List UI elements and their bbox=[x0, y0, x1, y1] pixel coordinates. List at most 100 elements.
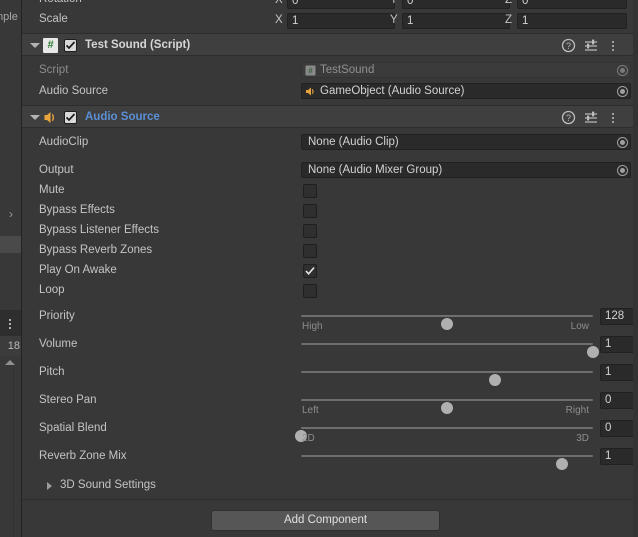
axis-field-y[interactable]: 1 bbox=[402, 13, 510, 29]
slider-end-label-left: 2D bbox=[302, 433, 315, 444]
slider-knob-stereo-pan bbox=[441, 402, 453, 414]
caret-up-icon[interactable] bbox=[5, 360, 15, 365]
inspector-content: Rotation X 0 Y 0 Z 0 Scale X 1 Y 1 bbox=[22, 0, 638, 537]
kebab-menu-icon[interactable] bbox=[606, 110, 621, 125]
svg-text:?: ? bbox=[566, 41, 571, 51]
footer-divider bbox=[22, 499, 633, 500]
checkbox-bypass-reverb-zones[interactable] bbox=[303, 244, 317, 258]
axis-letter: X bbox=[275, 14, 283, 26]
checkbox-bypass-effects[interactable] bbox=[303, 204, 317, 218]
object-field-output[interactable]: None (Audio Mixer Group) bbox=[301, 162, 631, 178]
slider-track-reverb-zone-mix[interactable] bbox=[301, 455, 593, 470]
property-row-audioclip: AudioClip None (Audio Clip) bbox=[22, 133, 633, 153]
property-row-spatial-blend: Spatial Blend 2D 3D 0 bbox=[22, 419, 638, 447]
property-label: Script bbox=[39, 64, 69, 76]
property-label: Loop bbox=[39, 284, 65, 296]
property-row-output: Output None (Audio Mixer Group) bbox=[22, 161, 633, 181]
property-row-script: Script # TestSound bbox=[22, 61, 633, 81]
kebab-menu-icon[interactable] bbox=[606, 38, 621, 53]
csharp-script-icon: # bbox=[305, 65, 316, 76]
component-enabled-checkbox[interactable] bbox=[64, 39, 77, 52]
audio-source-icon bbox=[305, 86, 316, 97]
gutter-clipped-label: mple bbox=[0, 11, 18, 23]
axis-field-x[interactable]: 1 bbox=[287, 13, 395, 29]
slider-knob-volume bbox=[587, 346, 599, 358]
chevron-right-icon[interactable]: › bbox=[5, 207, 17, 221]
slider-track-volume[interactable] bbox=[301, 343, 599, 358]
object-field-value: None (Audio Clip) bbox=[308, 136, 399, 148]
add-component-button[interactable]: Add Component bbox=[211, 510, 440, 531]
property-row-bypass-reverb-zones: Bypass Reverb Zones bbox=[22, 241, 633, 261]
property-label: Bypass Listener Effects bbox=[39, 224, 159, 236]
object-field-value: None (Audio Mixer Group) bbox=[308, 164, 443, 176]
component-header-audio-source[interactable]: Audio Source ? bbox=[22, 105, 633, 128]
object-field-value: TestSound bbox=[320, 64, 375, 76]
property-label: AudioClip bbox=[39, 136, 89, 148]
slider-track-spatial-blend[interactable] bbox=[295, 427, 593, 442]
checkbox-mute[interactable] bbox=[303, 184, 317, 198]
component-header-test-sound[interactable]: # Test Sound (Script) ? bbox=[22, 33, 633, 56]
foldout-arrow-icon[interactable] bbox=[30, 115, 40, 120]
foldout-arrow-icon[interactable] bbox=[47, 482, 52, 490]
property-row-mute: Mute bbox=[22, 181, 633, 201]
property-label: Audio Source bbox=[39, 85, 109, 97]
axis-letter: Y bbox=[390, 0, 398, 6]
help-icon[interactable]: ? bbox=[561, 38, 576, 53]
property-label: Play On Awake bbox=[39, 264, 117, 276]
checkbox-bypass-listener-effects[interactable] bbox=[303, 224, 317, 238]
property-row-reverb-zone-mix: Reverb Zone Mix 1 bbox=[22, 447, 638, 475]
kebab-menu-icon[interactable] bbox=[0, 310, 21, 336]
foldout-3d-sound-settings[interactable]: 3D Sound Settings bbox=[22, 476, 633, 496]
gutter-number: 18 bbox=[0, 336, 21, 356]
property-label: Bypass Effects bbox=[39, 204, 115, 216]
slider-track-priority[interactable] bbox=[301, 315, 593, 330]
row-label: Rotation bbox=[39, 0, 82, 5]
property-label: Mute bbox=[39, 184, 65, 196]
checkbox-loop[interactable] bbox=[303, 284, 317, 298]
checkbox-play-on-awake[interactable] bbox=[303, 264, 317, 278]
component-title: Test Sound (Script) bbox=[85, 39, 191, 51]
gutter-divider bbox=[13, 370, 14, 537]
axis-field-z[interactable]: 1 bbox=[517, 13, 627, 29]
foldout-arrow-icon[interactable] bbox=[30, 43, 40, 48]
left-gutter: mple › 18 bbox=[0, 0, 22, 537]
axis-field-z[interactable]: 0 bbox=[517, 0, 627, 9]
object-field-audio-source[interactable]: GameObject (Audio Source) bbox=[301, 83, 631, 99]
audio-source-icon bbox=[43, 110, 58, 125]
object-picker-icon[interactable] bbox=[617, 65, 628, 76]
property-row-volume: Volume 1 bbox=[22, 335, 638, 363]
transform-row-scale: Scale X 1 Y 1 Z 1 bbox=[22, 10, 633, 32]
property-row-audio-source: Audio Source GameObject (Audio Source) bbox=[22, 82, 633, 102]
object-picker-icon[interactable] bbox=[617, 137, 628, 148]
property-row-pitch: Pitch 1 bbox=[22, 363, 638, 391]
slider-end-label-right: 3D bbox=[576, 433, 589, 444]
help-icon[interactable]: ? bbox=[561, 110, 576, 125]
property-row-bypass-effects: Bypass Effects bbox=[22, 201, 633, 221]
inspector-right-edge bbox=[633, 0, 638, 537]
property-label: Bypass Reverb Zones bbox=[39, 244, 153, 256]
property-row-stereo-pan: Stereo Pan Left Right 0 bbox=[22, 391, 638, 419]
axis-field-x[interactable]: 0 bbox=[287, 0, 395, 9]
preset-icon[interactable] bbox=[584, 38, 599, 53]
csharp-script-icon: # bbox=[43, 38, 58, 53]
axis-field-y[interactable]: 0 bbox=[402, 0, 510, 9]
axis-letter: Z bbox=[505, 14, 513, 26]
slider-knob-reverb-zone-mix bbox=[556, 458, 569, 470]
object-field-audioclip[interactable]: None (Audio Clip) bbox=[301, 134, 631, 150]
property-label: Reverb Zone Mix bbox=[39, 450, 127, 462]
slider-knob-priority bbox=[441, 318, 453, 330]
property-label: Volume bbox=[39, 338, 78, 350]
preset-icon[interactable] bbox=[584, 110, 599, 125]
object-field-value: GameObject (Audio Source) bbox=[320, 85, 465, 97]
axis-letter: Y bbox=[390, 14, 398, 26]
component-enabled-checkbox[interactable] bbox=[64, 111, 77, 124]
object-picker-icon[interactable] bbox=[617, 165, 628, 176]
property-label: Output bbox=[39, 164, 74, 176]
object-picker-icon[interactable] bbox=[617, 86, 628, 97]
object-field-script: # TestSound bbox=[301, 62, 631, 78]
slider-track-pitch[interactable] bbox=[301, 371, 593, 386]
axis-letter: X bbox=[275, 0, 283, 6]
gutter-selected-row[interactable] bbox=[0, 236, 21, 253]
slider-track-stereo-pan[interactable] bbox=[301, 399, 593, 414]
property-label: Spatial Blend bbox=[39, 422, 107, 434]
